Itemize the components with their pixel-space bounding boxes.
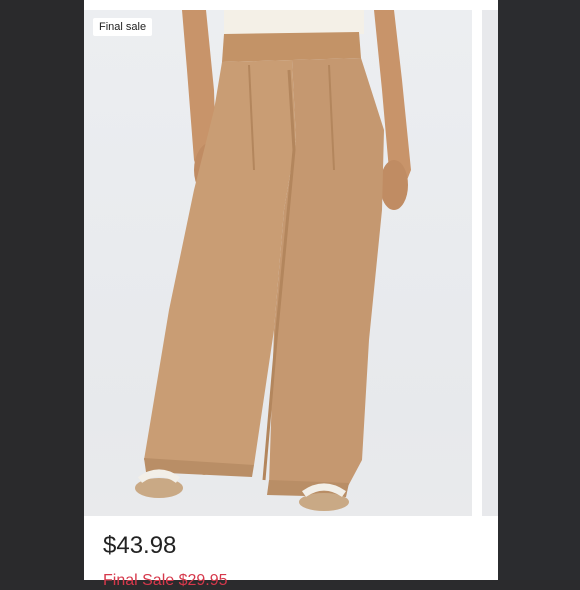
- final-sale-badge: Final sale: [93, 18, 153, 36]
- next-photo-peek[interactable]: [482, 10, 498, 516]
- product-card[interactable]: Final sale $43.98 Final Sale $29.95: [84, 0, 498, 589]
- price: $43.98: [103, 532, 177, 559]
- pants-illustration: [135, 10, 411, 511]
- sale-price: Final Sale $29.95: [103, 572, 228, 589]
- product-photo[interactable]: Final sale: [84, 10, 472, 516]
- left-backdrop: [0, 0, 84, 580]
- right-backdrop: [498, 0, 580, 580]
